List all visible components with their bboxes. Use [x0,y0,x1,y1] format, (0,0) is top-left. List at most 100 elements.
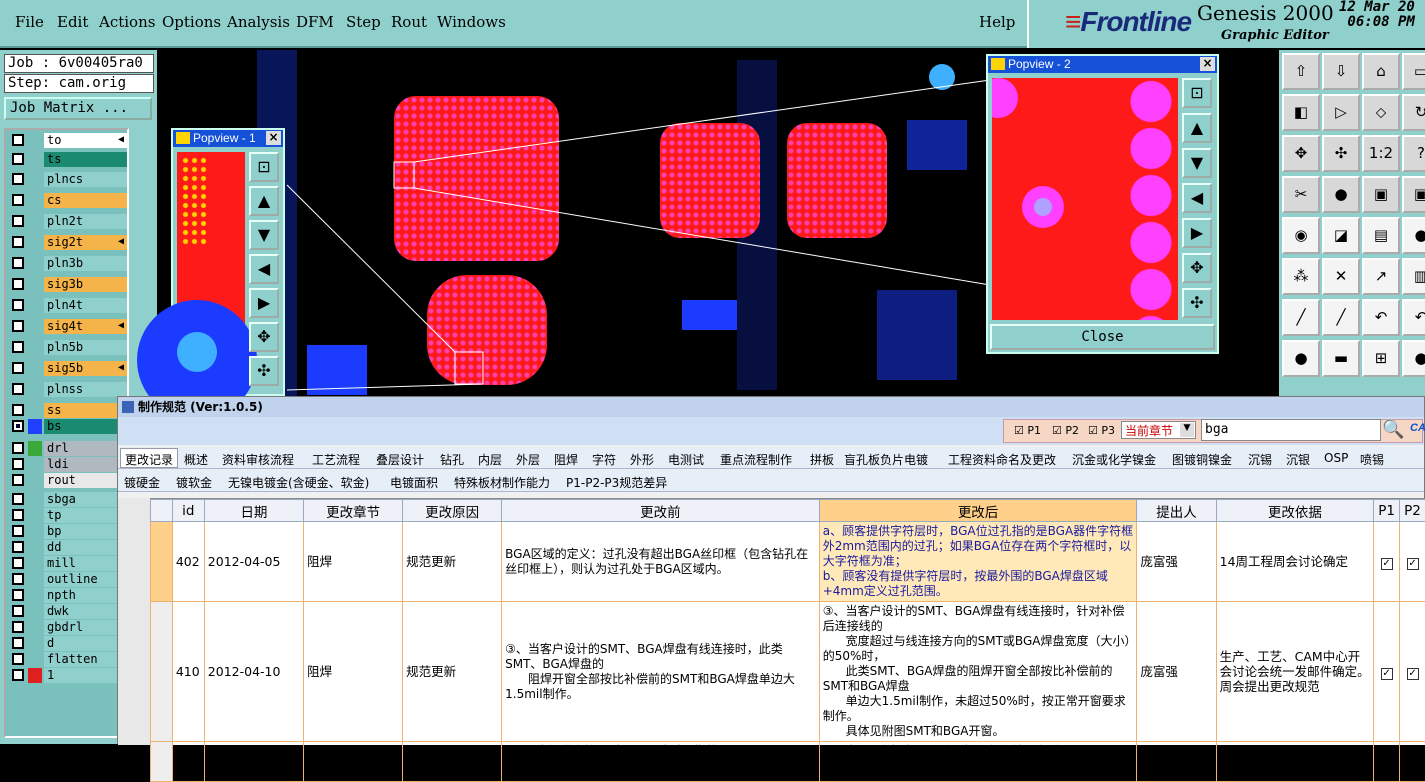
connect-icon[interactable]: ⁂ [1282,258,1320,295]
grid-corner[interactable] [151,500,173,522]
p1-filter[interactable]: ☑ P1 [1014,424,1041,437]
layer-a-icon[interactable]: ▣ [1362,176,1400,213]
layer-color-swatch[interactable] [28,492,42,507]
pan-down-icon[interactable]: ▼ [249,220,279,250]
layer-color-swatch[interactable] [28,403,42,418]
layer-checkbox[interactable] [12,557,24,569]
draw2-icon[interactable]: ╱ [1322,299,1360,336]
layer-checkbox[interactable] [12,653,24,665]
popview-1[interactable]: Popview - 1× ⊡ ▲ ▼ ◀ ▶ ✥ ✣ [171,128,285,396]
layer-row[interactable]: sig2t◀ [8,234,127,250]
1:2-icon[interactable]: 1:2 [1362,135,1400,172]
layer-name[interactable]: plnss [44,382,127,397]
link-icon[interactable]: ▥ [1402,258,1425,295]
layer-name[interactable]: gbdrl [44,620,127,635]
left-icon[interactable]: ◧ [1282,94,1320,131]
tab-tabs1-12[interactable]: 重点流程制作 [716,451,796,468]
zoom-out-icon[interactable]: ✥ [249,322,279,352]
fit-icon[interactable]: ✣ [249,356,279,386]
layer-name[interactable]: dwk [44,604,127,619]
close-icon[interactable]: × [1200,57,1215,71]
search-icon[interactable]: 🔍 [1382,419,1404,441]
cell-before[interactable]: ③、当客户设计的SMT、BGA焊盘有线连接时，此类SMT、BGA焊盘的 阻焊开窗… [502,602,820,742]
layer-checkbox[interactable] [12,605,24,617]
layer-name[interactable]: outline [44,572,127,587]
cell-basis[interactable]: 14周工程周会讨论确定 [1216,522,1373,602]
p1-checkbox[interactable]: ✓ [1374,602,1400,742]
menu-edit[interactable]: Edit [57,13,88,31]
popview-2-titlebar[interactable]: Popview - 2× [988,56,1217,73]
tab-tabs1-7[interactable]: 外层 [512,451,544,468]
right-icon[interactable]: ▷ [1322,94,1360,131]
cell-reason[interactable]: 规范更新 [403,602,502,742]
row-selector[interactable] [151,522,173,602]
layer-checkbox[interactable] [12,525,24,537]
cell-chapter[interactable] [304,742,403,782]
layer-row[interactable]: bp [8,523,127,539]
column-header[interactable]: 更改依据 [1216,500,1373,522]
layer-name[interactable]: 1 [44,668,127,683]
layer-row[interactable]: 1 [8,667,127,683]
cell-id[interactable] [172,742,204,782]
cell-reason[interactable] [403,742,502,782]
cell-date[interactable]: 2012-04-10 [204,602,303,742]
layer-checkbox[interactable] [12,215,24,227]
fit-icon[interactable]: ✣ [1182,288,1212,318]
column-header[interactable]: 日期 [204,500,303,522]
tab-tabs1-16[interactable]: 沉金或化学镍金 [1068,451,1160,468]
cell-date[interactable]: 2012-04-05 [204,522,303,602]
cell-after[interactable]: ③、当客户设计的SMT、BGA焊盘有线连接时，针对补偿后连接线的 宽度超过与线连… [819,602,1137,742]
rotate-icon[interactable]: ↻ [1402,94,1425,131]
layer-color-swatch[interactable] [28,668,42,683]
circle-icon[interactable]: ● [1402,217,1425,254]
menu-options[interactable]: Options [162,13,221,31]
layer-checkbox[interactable] [12,474,24,486]
zoom-fit-icon[interactable]: ✥ [1282,135,1320,172]
p2-checkbox[interactable]: ✓ [1400,602,1425,742]
cell-after[interactable]: a、过孔没有超出BGA丝印框（包含钻孔在丝印 [819,742,1137,782]
layer-color-swatch[interactable] [28,524,42,539]
layer-row[interactable]: sig5b◀ [8,360,127,376]
cell-proposer[interactable]: 庞富强 [1137,522,1216,602]
changes-grid[interactable]: id日期更改章节更改原因更改前更改后提出人更改依据P1P2 4022012-04… [150,498,1425,745]
layer-checkbox[interactable] [12,573,24,585]
zoom-in-icon[interactable]: ⊡ [1182,78,1212,108]
spec-window[interactable]: 制作规范 (Ver:1.0.5) ☑ P1 ☑ P2 ☑ P3 当前章节▼ bg… [117,396,1425,744]
layer-row[interactable]: pln5b [8,339,127,355]
layer-row[interactable]: ss [8,402,127,418]
layer-checkbox[interactable] [12,194,24,206]
layer-b-icon[interactable]: ▣ [1402,176,1425,213]
layer-row[interactable]: gbdrl [8,619,127,635]
search-input[interactable]: bga [1201,419,1381,441]
layer-row[interactable]: plncs [8,171,127,187]
layer-color-swatch[interactable] [28,319,42,334]
layer-name[interactable]: pln3b [44,256,127,271]
tab-tabs1-10[interactable]: 外形 [626,451,658,468]
layer-row[interactable]: drl [8,440,127,456]
spec-titlebar[interactable]: 制作规范 (Ver:1.0.5) [118,397,1424,417]
zoom-in-icon[interactable]: ⊡ [249,152,279,182]
layer-checkbox[interactable] [12,420,24,432]
board-icon[interactable]: ▭ [1402,53,1425,90]
layer-name[interactable]: sig2t◀ [44,235,127,250]
pan-down-icon[interactable]: ▼ [1182,148,1212,178]
layer-color-swatch[interactable] [28,298,42,313]
tab-tabs1-4[interactable]: 叠层设计 [372,451,428,468]
layer-row[interactable]: sig3b [8,276,127,292]
layer-row[interactable]: dd [8,539,127,555]
cell-id[interactable]: 402 [172,522,204,602]
layer-color-swatch[interactable] [28,133,42,148]
layer-checkbox[interactable] [12,669,24,681]
menu-actions[interactable]: Actions [99,13,155,31]
layer-row[interactable]: d [8,635,127,651]
layer-row[interactable]: mill [8,555,127,571]
cell-after[interactable]: a、顾客提供字符层时，BGA位过孔指的是BGA器件字符框外2mm范围内的过孔；如… [819,522,1137,602]
tab-tabs1-14[interactable]: 盲孔板负片电镀 [840,451,932,468]
layer-row[interactable]: outline [8,571,127,587]
menu-windows[interactable]: Windows [437,13,506,31]
layer-color-swatch[interactable] [28,361,42,376]
tab-tabs2-3[interactable]: 电镀面积 [386,474,442,491]
cell-proposer[interactable] [1137,742,1216,782]
tab-tabs2-5[interactable]: P1-P2-P3规范差异 [562,474,671,491]
tab-tabs1-8[interactable]: 阻焊 [550,451,582,468]
